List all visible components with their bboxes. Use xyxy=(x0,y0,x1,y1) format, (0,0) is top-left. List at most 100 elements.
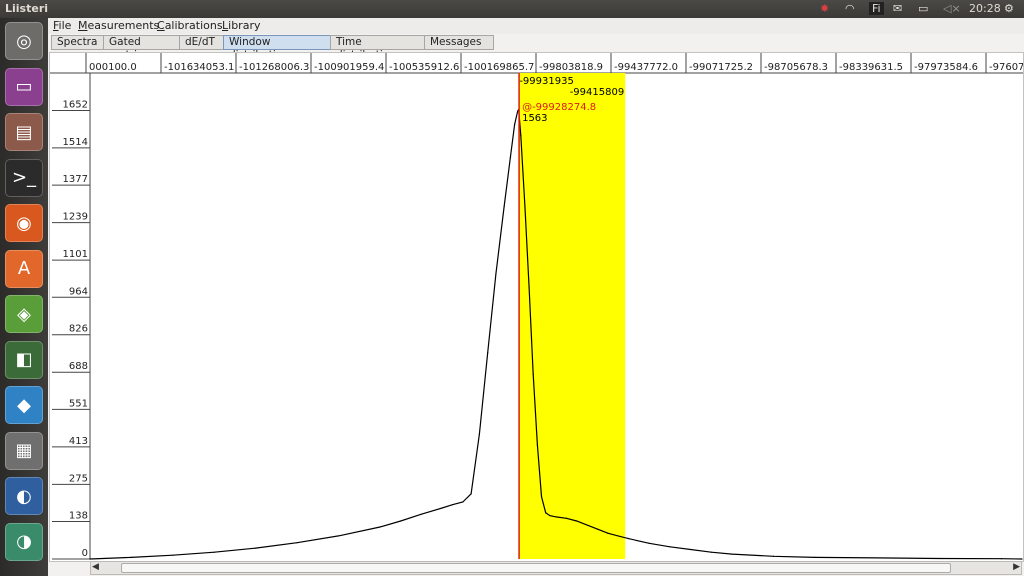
x-tick-label: -99437772.0 xyxy=(614,62,678,73)
data-point xyxy=(690,548,692,551)
tab-window-distribution[interactable]: Window distribution xyxy=(223,35,339,61)
ubuntu-dash-icon[interactable]: ◎ xyxy=(5,22,43,60)
data-point xyxy=(503,205,505,207)
data-point xyxy=(337,535,340,537)
data-point xyxy=(509,156,512,158)
app-title: Liisteri xyxy=(5,2,49,15)
data-point xyxy=(669,546,671,548)
data-point xyxy=(814,556,816,558)
tab-bar: SpectraGated matrixdE/dTWindow distribut… xyxy=(48,34,1024,61)
data-point xyxy=(540,495,543,498)
x-tick-label: -97607537. xyxy=(989,62,1023,73)
x-tick-label: 000100.0 xyxy=(89,62,137,73)
y-tick-label: 1514 xyxy=(63,137,88,148)
window-start-label: -99931935 xyxy=(519,76,574,87)
volume-icon[interactable]: ◁× xyxy=(943,2,961,15)
data-point xyxy=(528,286,530,289)
y-tick-label: 1377 xyxy=(63,174,88,185)
data-point xyxy=(1000,558,1002,560)
data-point xyxy=(487,352,489,354)
y-tick-label: 1101 xyxy=(63,249,88,260)
wifi-icon[interactable]: ◠ xyxy=(845,2,855,15)
network-indicator-icon[interactable]: ✸ xyxy=(820,2,829,15)
data-point xyxy=(462,501,464,503)
x-tick-label: -99071725.2 xyxy=(689,62,753,73)
data-point xyxy=(441,507,443,509)
window-region xyxy=(518,73,626,559)
data-point xyxy=(379,526,381,528)
data-point xyxy=(549,514,551,517)
x-tick-label: -99803818.9 xyxy=(539,62,603,73)
tab-messages[interactable]: Messages xyxy=(424,35,494,50)
mail-icon[interactable]: ✉ xyxy=(893,2,902,15)
file-manager-icon[interactable]: ▤ xyxy=(5,113,43,151)
data-point xyxy=(420,513,422,515)
data-point xyxy=(495,273,497,275)
data-point xyxy=(89,558,91,560)
data-point xyxy=(213,551,215,553)
tab-spectra[interactable]: Spectra xyxy=(51,35,108,50)
data-point xyxy=(1021,558,1023,560)
clock[interactable]: 20:28 xyxy=(969,2,1001,15)
y-tick-label: 0 xyxy=(82,548,88,559)
window-distribution-chart[interactable]: 000100.0 -101634053.1 -101268006.3 -1009019… xyxy=(50,53,1023,561)
x-tick-label: -98339631.5 xyxy=(839,62,903,73)
data-point xyxy=(513,123,516,126)
data-point xyxy=(524,205,526,207)
data-point xyxy=(400,520,402,522)
data-point xyxy=(596,528,599,530)
tab-time-distribution[interactable]: Time distribution xyxy=(330,35,430,61)
data-point xyxy=(130,556,133,558)
data-point xyxy=(296,542,298,544)
data-point xyxy=(710,551,712,553)
system-monitor-icon[interactable]: ◧ xyxy=(5,340,43,379)
thunderbird-icon[interactable]: ◐ xyxy=(5,477,43,515)
menu-file[interactable]: File xyxy=(53,19,71,32)
data-point xyxy=(536,444,538,446)
data-point xyxy=(938,557,940,560)
terminal-icon[interactable]: >_ xyxy=(5,158,43,197)
scroll-left-icon[interactable]: ◀ xyxy=(92,562,99,572)
data-point xyxy=(876,557,878,559)
data-point xyxy=(648,542,650,544)
data-point xyxy=(255,547,257,549)
data-point xyxy=(532,373,534,375)
data-point xyxy=(586,524,588,526)
x-tick-label: -100169865.7 xyxy=(464,62,534,73)
data-point xyxy=(517,110,519,112)
horizontal-scrollbar[interactable]: ◀ ▶ xyxy=(90,561,1022,575)
menu-library[interactable]: Library xyxy=(222,19,260,32)
y-tick-label: 138 xyxy=(69,511,88,522)
menu-measurements[interactable]: Measurements xyxy=(78,19,159,32)
tab-gated-matrix[interactable]: Gated matrix xyxy=(103,35,184,61)
y-tick-label: 1652 xyxy=(63,99,88,110)
window-end-label: -99415809 xyxy=(570,87,625,98)
x-tick-label: -101634053.1 xyxy=(164,62,234,73)
y-tick-label: 413 xyxy=(69,436,88,447)
y-tick-label: 1239 xyxy=(63,212,88,223)
system-tool-icon[interactable]: ◈ xyxy=(5,295,43,333)
gear-icon[interactable]: ⚙ xyxy=(1004,2,1014,15)
scroll-right-icon[interactable]: ▶ xyxy=(1013,562,1020,572)
menu-calibrations[interactable]: Calibrations xyxy=(157,19,223,32)
keyboard-layout-indicator[interactable]: Fi xyxy=(869,2,884,15)
data-point xyxy=(478,433,480,435)
scroll-thumb[interactable] xyxy=(121,563,951,573)
data-point xyxy=(617,535,619,537)
data-point xyxy=(470,493,472,495)
dropbox-icon[interactable]: ◆ xyxy=(5,386,43,424)
data-point xyxy=(607,532,609,534)
firefox-icon[interactable]: ◉ xyxy=(5,204,43,242)
software-center-icon[interactable]: A xyxy=(5,249,43,288)
unity-lens-icon[interactable]: ▭ xyxy=(5,67,43,106)
x-tick-label: -100901959.4 xyxy=(314,62,384,73)
liisteri-app-icon[interactable]: ◑ xyxy=(5,522,43,561)
y-tick-label: 826 xyxy=(69,324,88,335)
top-panel: Liisteri ✸ ◠ Fi ✉ ▭ ◁× 20:28 ⚙ xyxy=(0,0,1024,18)
plot-area[interactable]: 000100.0 -101634053.1 -101268006.3 -1009019… xyxy=(49,52,1024,562)
calculator-icon[interactable]: ▦ xyxy=(5,431,43,470)
launcher: ◎ ▭ ▤ >_ ◉ A ◈ ◧ ◆ ▦ ◐ ◑ xyxy=(0,18,48,576)
data-point xyxy=(731,553,733,555)
battery-icon[interactable]: ▭ xyxy=(918,2,928,15)
menu-bar: File Measurements Calibrations Library xyxy=(48,18,1024,34)
